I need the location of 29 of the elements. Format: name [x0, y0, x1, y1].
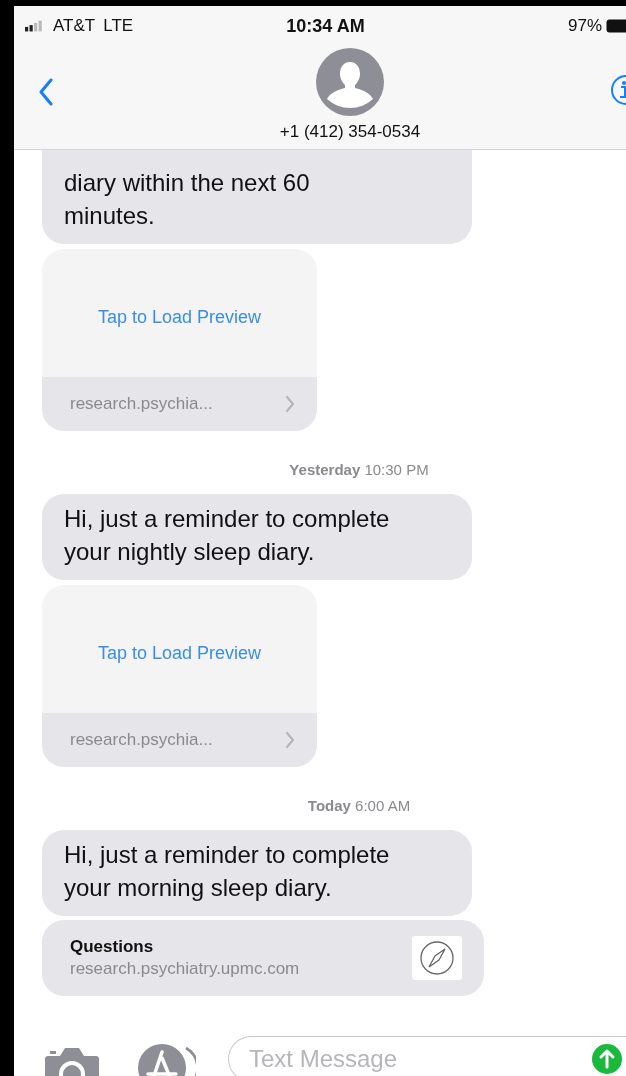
send-icon[interactable] — [592, 1044, 622, 1074]
back-icon[interactable] — [38, 78, 54, 106]
compass-icon — [412, 936, 462, 980]
battery-icon — [606, 19, 626, 33]
link-url: research.psychiatry.upmc.com — [70, 959, 300, 979]
link-title: Questions — [70, 937, 155, 957]
timestamp: Today 6:00 AM — [307, 797, 411, 814]
avatar-icon[interactable] — [316, 48, 384, 116]
carrier-name: AT&T — [53, 16, 96, 36]
message-bubble: Hi, just a reminder to complete your morning sleep diary. — [42, 830, 472, 916]
message-field[interactable]: Text Message — [228, 1036, 626, 1076]
link-card[interactable]: Questions research.psychiatry.upmc.com — [42, 920, 484, 996]
link-domain: research.psychia... — [70, 730, 213, 750]
timestamp: Yesterday 10:30 PM — [289, 461, 429, 478]
contact-number[interactable]: +1 (412) 354-0534 — [279, 122, 421, 142]
load-preview-link[interactable]: Tap to Load Preview — [97, 306, 262, 328]
link-preview-card[interactable]: Tap to Load Preview research.psychia... — [42, 585, 317, 767]
battery-percent: 97% — [567, 16, 602, 36]
link-preview-card[interactable]: Tap to Load Preview research.psychia... — [42, 249, 317, 431]
message-bubble: diary within the next 60 minutes. — [42, 150, 472, 244]
chevron-icon — [285, 731, 295, 749]
link-domain: research.psychia... — [70, 394, 213, 414]
network-type: LTE — [103, 16, 134, 36]
message-bubble: Hi, just a reminder to complete your nightly sleep diary. — [42, 494, 472, 580]
load-preview-link[interactable]: Tap to Load Preview — [97, 642, 262, 664]
info-icon[interactable] — [610, 74, 626, 106]
signal-icon — [25, 20, 45, 32]
chevron-icon — [285, 395, 295, 413]
status-time: 10:34 AM — [286, 15, 365, 37]
